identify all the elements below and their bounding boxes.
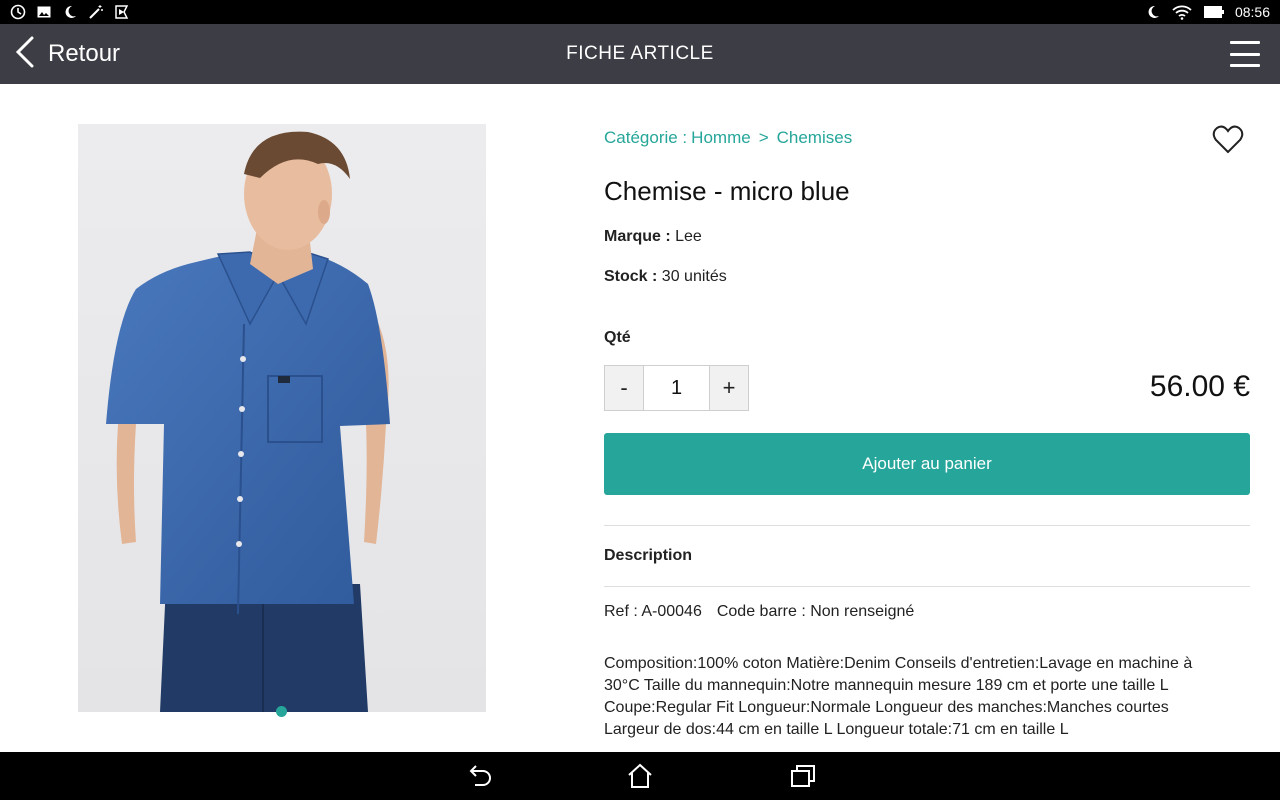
quantity-increment-button[interactable]: + <box>710 366 748 410</box>
chevron-left-icon <box>14 36 36 73</box>
back-button[interactable]: Retour <box>14 24 120 84</box>
quantity-input[interactable] <box>643 366 710 410</box>
stock-label: Stock : <box>604 268 658 285</box>
breadcrumb-subcategory[interactable]: Chemises <box>777 128 853 148</box>
breadcrumb-prefix: Catégorie : <box>604 128 688 147</box>
description-text: Composition:100% coton Matière:Denim Con… <box>604 655 1193 738</box>
stock-value: 30 unités <box>661 268 727 285</box>
breadcrumb-separator: > <box>758 128 769 147</box>
carousel-dot-active[interactable] <box>276 706 287 717</box>
recent-apps-icon[interactable] <box>788 762 818 790</box>
add-to-cart-button[interactable]: Ajouter au panier <box>604 433 1250 495</box>
shirt-model-illustration <box>78 124 486 712</box>
brand-value: Lee <box>675 228 702 245</box>
magic-wand-icon <box>88 4 104 20</box>
quantity-label: Qté <box>604 329 631 346</box>
barcode-value: Code barre : Non renseigné <box>716 603 915 620</box>
divider <box>604 525 1250 526</box>
status-icons-left <box>10 4 130 20</box>
product-title: Chemise - micro blue <box>604 176 850 206</box>
clock: 08:56 <box>1234 4 1270 20</box>
back-label: Retour <box>48 40 121 67</box>
reference-line: Ref : A-00046 Code barre : Non renseigné <box>604 603 914 621</box>
moon-icon <box>1145 4 1161 20</box>
play-store-icon <box>114 4 130 20</box>
brand-label: Marque : <box>604 228 671 245</box>
status-bar: 08:56 <box>0 0 1280 24</box>
image-icon <box>36 4 52 20</box>
product-image[interactable] <box>78 124 486 712</box>
battery-icon <box>1203 4 1225 20</box>
product-price: 56.00 € <box>1149 370 1250 403</box>
wifi-icon <box>1171 4 1193 20</box>
status-icons-right: 08:56 <box>1145 4 1270 20</box>
quantity-decrement-button[interactable]: - <box>605 366 643 410</box>
brand-line: Marque : Lee <box>604 228 702 246</box>
breadcrumb: Catégorie : Homme > Chemises <box>604 128 852 148</box>
breadcrumb-category[interactable]: Homme <box>691 128 751 148</box>
description-heading: Description <box>604 547 693 564</box>
sync-icon <box>10 4 26 20</box>
page-title: FICHE ARTICLE <box>566 43 714 64</box>
hamburger-menu-icon[interactable] <box>1230 41 1260 67</box>
heart-icon[interactable] <box>1212 124 1244 154</box>
back-icon[interactable] <box>464 762 494 790</box>
home-icon[interactable] <box>625 762 655 790</box>
divider <box>604 586 1250 587</box>
quantity-stepper: - + <box>604 365 749 411</box>
stock-line: Stock : 30 unités <box>604 268 727 286</box>
moon-icon <box>62 4 78 20</box>
reference-value: Ref : A-00046 <box>604 603 702 620</box>
system-nav-bar <box>0 752 1280 800</box>
app-bar: Retour FICHE ARTICLE <box>0 24 1280 84</box>
